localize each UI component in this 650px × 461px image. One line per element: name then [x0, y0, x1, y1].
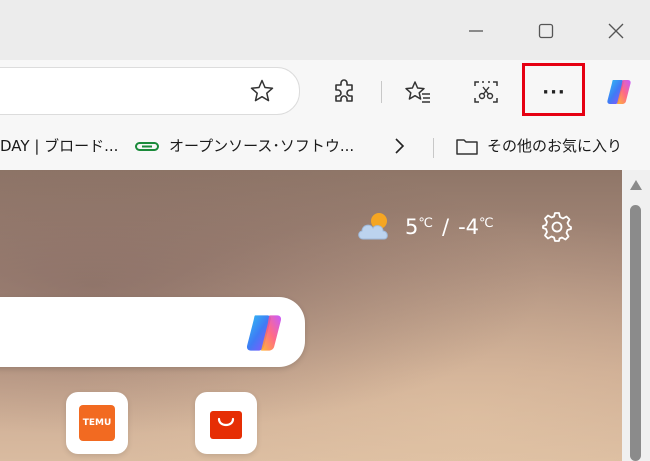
scrollbar-thumb[interactable] — [630, 205, 641, 461]
favorite-item-label: オープンソース･ソフトウ... — [169, 137, 355, 155]
favorites-bar: DAY | ブロード... オープンソース･ソフトウ... その他のお気に入り — [0, 126, 650, 170]
temu-logo-text: TEMU — [82, 418, 112, 428]
address-bar[interactable] — [0, 67, 300, 115]
gear-icon — [542, 212, 572, 242]
favorite-item-opensource[interactable]: オープンソース･ソフトウ... — [134, 135, 354, 156]
aliexpress-tile[interactable] — [195, 392, 257, 454]
chevron-right-icon — [395, 138, 405, 154]
folder-icon — [456, 138, 478, 155]
extensions-icon — [335, 79, 353, 102]
favorite-star-button[interactable] — [249, 78, 275, 104]
other-favorites-folder[interactable]: その他のお気に入り — [455, 135, 622, 156]
link-site-icon — [135, 141, 159, 151]
web-capture-button[interactable] — [466, 72, 506, 112]
page-settings-button[interactable] — [540, 210, 574, 244]
shopping-bag-icon — [210, 411, 242, 439]
favorites-list-icon — [405, 81, 430, 103]
cloud-sun-icon — [358, 213, 388, 240]
temu-logo: TEMU — [79, 405, 115, 441]
web-search-box[interactable] — [0, 297, 305, 367]
maximize-icon — [538, 23, 554, 39]
weather-widget[interactable]: 5 ℃ / -4 ℃ — [355, 212, 494, 242]
copilot-button[interactable] — [599, 72, 639, 112]
copilot-icon — [246, 315, 282, 351]
weather-low-temperature: -4 — [458, 215, 480, 239]
weather-low-unit: ℃ — [479, 215, 494, 231]
search-copilot-button[interactable] — [242, 311, 286, 355]
weather-separator: / — [441, 215, 450, 239]
favorites-overflow-button[interactable] — [392, 137, 406, 155]
other-favorites-label: その他のお気に入り — [487, 137, 623, 155]
maximize-button[interactable] — [529, 14, 563, 48]
favorites-divider — [433, 138, 434, 158]
favorite-star-icon — [250, 79, 274, 102]
close-button[interactable] — [599, 14, 633, 48]
weather-unit: ℃ — [418, 215, 433, 231]
close-icon — [608, 23, 624, 39]
more-menu-highlight — [522, 63, 585, 116]
favorite-item-label: DAY | ブロード... — [0, 137, 119, 155]
toolbar-divider — [381, 81, 382, 103]
extensions-button[interactable] — [324, 72, 364, 112]
favorites-button[interactable] — [398, 72, 438, 112]
scroll-up-arrow-icon[interactable] — [628, 178, 644, 192]
minimize-button[interactable] — [459, 14, 493, 48]
temu-tile[interactable]: TEMU — [66, 392, 128, 454]
weather-temperature: 5 — [405, 215, 419, 239]
title-bar — [0, 0, 650, 60]
copilot-icon — [607, 80, 631, 104]
new-tab-page: 5 ℃ / -4 ℃ TEMU — [0, 170, 622, 461]
minimize-icon — [469, 30, 483, 32]
web-capture-icon — [474, 81, 498, 103]
favorite-item-broadband[interactable]: DAY | ブロード... — [0, 135, 118, 156]
